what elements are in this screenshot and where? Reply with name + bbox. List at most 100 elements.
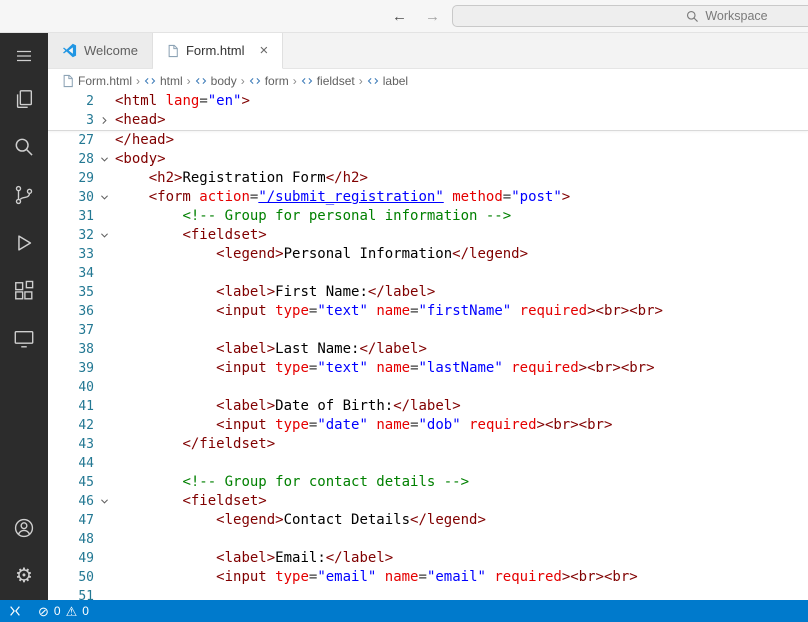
code-line-51[interactable]: 51 (48, 587, 808, 600)
fold-gutter (94, 340, 115, 359)
fold-gutter (94, 454, 115, 473)
menu-icon[interactable] (0, 37, 48, 75)
fold-gutter (94, 416, 115, 435)
code-line-50[interactable]: 50 <input type="email" name="email" requ… (48, 568, 808, 587)
extensions-icon[interactable] (0, 267, 48, 315)
element-symbol-icon (249, 75, 261, 87)
line-number[interactable]: 51 (48, 587, 94, 600)
fold-chevron-down-icon[interactable] (94, 492, 115, 511)
code-line-45[interactable]: 45 <!-- Group for contact details --> (48, 473, 808, 492)
code-line-48[interactable]: 48 (48, 530, 808, 549)
breadcrumb-item-fieldset[interactable]: fieldset (301, 74, 355, 88)
breadcrumb-separator: › (292, 73, 297, 88)
code-line-40[interactable]: 40 (48, 378, 808, 397)
line-number[interactable]: 30 (48, 188, 94, 207)
line-number[interactable]: 37 (48, 321, 94, 340)
breadcrumb-item-label[interactable]: label (367, 74, 408, 88)
editor[interactable]: 2 <html lang="en"> 3 <head> 27 </head> 28 <bod… (48, 92, 808, 600)
line-number[interactable]: 34 (48, 264, 94, 283)
code-line-2[interactable]: 2 <html lang="en"> (48, 92, 808, 111)
line-number[interactable]: 27 (48, 131, 94, 150)
fold-chevron-down-icon[interactable] (94, 226, 115, 245)
line-number[interactable]: 44 (48, 454, 94, 473)
close-tab-icon[interactable]: × (259, 43, 268, 58)
element-symbol-icon (195, 75, 207, 87)
html-file-icon (167, 44, 179, 58)
breadcrumb-item-html[interactable]: html (144, 74, 183, 88)
code-line-33[interactable]: 33 <legend>Personal Information</legend> (48, 245, 808, 264)
tab-welcome[interactable]: Welcome (48, 33, 153, 68)
code-line-36[interactable]: 36 <input type="text" name="firstName" r… (48, 302, 808, 321)
line-number[interactable]: 50 (48, 568, 94, 587)
line-number[interactable]: 32 (48, 226, 94, 245)
code-line-31[interactable]: 31 <!-- Group for personal information -… (48, 207, 808, 226)
settings-gear-icon[interactable]: ⚙ (0, 552, 48, 600)
code-line-34[interactable]: 34 (48, 264, 808, 283)
breadcrumb-item-form-html[interactable]: Form.html (62, 74, 132, 88)
line-number[interactable]: 28 (48, 150, 94, 169)
warnings-count: 0 (82, 604, 89, 618)
explorer-icon[interactable] (0, 75, 48, 123)
problems-indicator[interactable]: ⊘ 0 ⚠ 0 (30, 600, 97, 622)
line-number[interactable]: 35 (48, 283, 94, 302)
code-line-30[interactable]: 30 <form action="/submit_registration" m… (48, 188, 808, 207)
code-line-42[interactable]: 42 <input type="date" name="dob" require… (48, 416, 808, 435)
code-line-43[interactable]: 43 </fieldset> (48, 435, 808, 454)
code-line-37[interactable]: 37 (48, 321, 808, 340)
code-line-49[interactable]: 49 <label>Email:</label> (48, 549, 808, 568)
code-line-47[interactable]: 47 <legend>Contact Details</legend> (48, 511, 808, 530)
line-number[interactable]: 48 (48, 530, 94, 549)
run-debug-icon[interactable] (0, 219, 48, 267)
line-number[interactable]: 33 (48, 245, 94, 264)
code-line-38[interactable]: 38 <label>Last Name:</label> (48, 340, 808, 359)
line-number[interactable]: 39 (48, 359, 94, 378)
line-number[interactable]: 38 (48, 340, 94, 359)
code-line-35[interactable]: 35 <label>First Name:</label> (48, 283, 808, 302)
line-number[interactable]: 49 (48, 549, 94, 568)
code-line-44[interactable]: 44 (48, 454, 808, 473)
code-line-39[interactable]: 39 <input type="text" name="lastName" re… (48, 359, 808, 378)
code-line-41[interactable]: 41 <label>Date of Birth:</label> (48, 397, 808, 416)
remote-explorer-icon[interactable] (0, 315, 48, 363)
nav-back-icon[interactable]: ← (392, 8, 407, 25)
search-icon[interactable] (0, 123, 48, 171)
workspace-search-input[interactable]: Workspace (452, 5, 808, 27)
account-icon[interactable] (0, 504, 48, 552)
line-number[interactable]: 40 (48, 378, 94, 397)
code-line-32[interactable]: 32 <fieldset> (48, 226, 808, 245)
code-line-27[interactable]: 27 </head> (48, 131, 808, 150)
remote-indicator[interactable] (0, 600, 30, 622)
line-number[interactable]: 43 (48, 435, 94, 454)
fold-chevron-right-icon[interactable] (94, 111, 115, 130)
line-number[interactable]: 46 (48, 492, 94, 511)
code-line-29[interactable]: 29 <h2>Registration Form</h2> (48, 169, 808, 188)
code-line-46[interactable]: 46 <fieldset> (48, 492, 808, 511)
nav-forward-icon[interactable]: → (425, 8, 440, 25)
breadcrumb-label: body (210, 73, 237, 88)
line-number[interactable]: 36 (48, 302, 94, 321)
breadcrumb-separator: › (136, 73, 140, 88)
source-control-icon[interactable] (0, 171, 48, 219)
line-number[interactable]: 31 (48, 207, 94, 226)
line-number[interactable]: 3 (48, 111, 94, 130)
fold-gutter (94, 435, 115, 454)
line-number[interactable]: 45 (48, 473, 94, 492)
vscode-window: ← → Workspace ⚙ Welcome Form.html × Form… (0, 0, 808, 622)
breadcrumb-item-body[interactable]: body (195, 74, 237, 88)
fold-chevron-down-icon[interactable] (94, 188, 115, 207)
breadcrumb-label: form (264, 73, 289, 88)
line-number[interactable]: 29 (48, 169, 94, 188)
code-line-3[interactable]: 3 <head> (48, 111, 808, 130)
code-line-28[interactable]: 28 <body> (48, 150, 808, 169)
tab-form-html[interactable]: Form.html × (152, 33, 284, 69)
line-number[interactable]: 2 (48, 92, 94, 111)
code-text: <body> (115, 151, 166, 167)
breadcrumb-item-form[interactable]: form (249, 74, 289, 88)
line-number[interactable]: 41 (48, 397, 94, 416)
line-number[interactable]: 47 (48, 511, 94, 530)
line-number[interactable]: 42 (48, 416, 94, 435)
fold-gutter (94, 530, 115, 549)
code-text: <legend>Contact Details</legend> (216, 512, 486, 528)
fold-chevron-down-icon[interactable] (94, 150, 115, 169)
